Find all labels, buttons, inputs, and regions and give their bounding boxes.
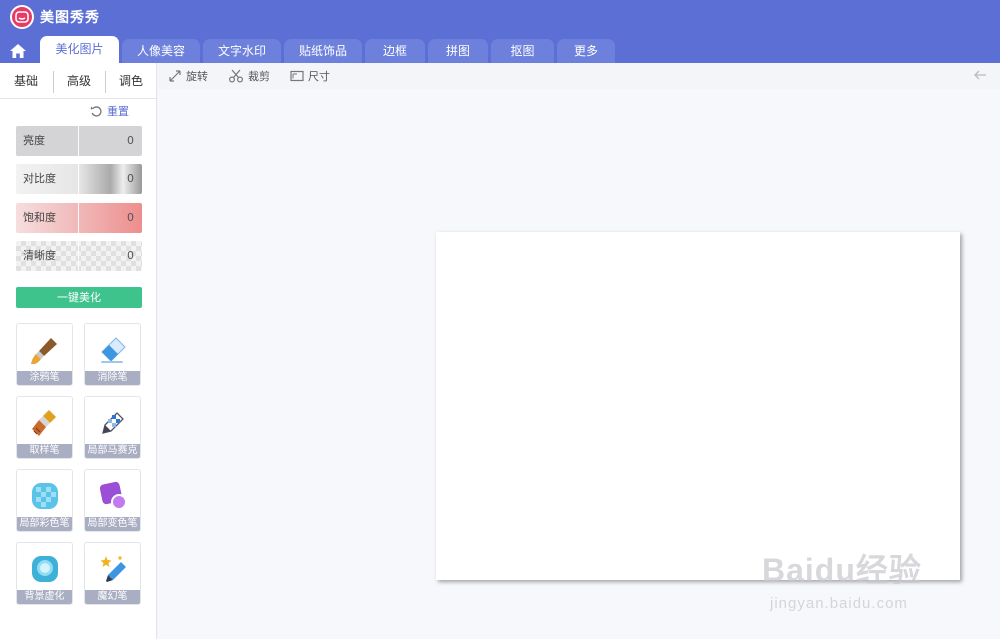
clarity-value: 0 [127, 249, 134, 262]
home-icon [10, 44, 26, 58]
tab-frames[interactable]: 边框 [365, 39, 425, 63]
app-logo-icon [10, 5, 34, 29]
tool-label: 局部变色笔 [85, 517, 140, 531]
slider-handle[interactable] [78, 126, 79, 156]
crop-button[interactable]: 裁剪 [228, 68, 270, 84]
local-mosaic-tool[interactable]: 局部马赛克 [84, 396, 141, 459]
contrast-slider[interactable]: 对比度 0 [16, 164, 142, 194]
adjust-sidebar: 基础 高级 调色 重置 亮度 0 对比度 0 饱和度 0 清晰度 0 一键美化 [0, 63, 157, 639]
mosaic-pen-icon [102, 412, 124, 434]
saturation-label: 饱和度 [23, 211, 56, 224]
tool-label: 背景虚化 [17, 590, 72, 604]
slider-handle[interactable] [78, 241, 79, 271]
contrast-label: 对比度 [23, 172, 56, 185]
tab-cutout[interactable]: 抠图 [491, 39, 554, 63]
subtab-advanced[interactable]: 高级 [56, 69, 102, 93]
crop-label: 裁剪 [248, 70, 270, 83]
tab-stickers[interactable]: 贴纸饰品 [284, 39, 362, 63]
subtab-basic[interactable]: 基础 [4, 69, 48, 93]
scissors-icon [228, 69, 244, 83]
subtab-divider [53, 71, 54, 93]
tab-collage[interactable]: 拼图 [428, 39, 488, 63]
saturation-value: 0 [127, 211, 134, 224]
one-click-beautify-button[interactable]: 一键美化 [16, 287, 142, 308]
color-pen-icon [32, 483, 58, 509]
app-logo: 美图秀秀 [10, 5, 100, 29]
reset-label: 重置 [107, 105, 129, 118]
sample-pen-tool[interactable]: 取样笔 [16, 396, 73, 459]
tab-beautify[interactable]: 美化图片 [40, 36, 119, 63]
sub-tabs: 基础 高级 调色 [0, 63, 157, 99]
doodle-pen-tool[interactable]: 涂鸦笔 [16, 323, 73, 386]
slider-handle[interactable] [78, 203, 79, 233]
background-blur-tool[interactable]: 背景虚化 [16, 542, 73, 605]
app-title: 美图秀秀 [40, 10, 100, 26]
tool-label: 魔幻笔 [85, 590, 140, 604]
eraser-pen-tool[interactable]: 消除笔 [84, 323, 141, 386]
paintbrush-icon [31, 338, 57, 365]
main-tabs: 美化图片 人像美容 文字水印 贴纸饰品 边框 拼图 抠图 更多 [0, 36, 1000, 63]
tool-label: 涂鸦笔 [17, 371, 72, 385]
tab-text-watermark[interactable]: 文字水印 [203, 39, 281, 63]
size-icon [290, 70, 304, 82]
tool-label: 局部彩色笔 [17, 517, 72, 531]
tool-label: 取样笔 [17, 444, 72, 458]
sample-brush-icon [32, 410, 56, 436]
rotate-label: 旋转 [186, 70, 208, 83]
contrast-value: 0 [127, 172, 134, 185]
brightness-value: 0 [127, 134, 134, 147]
watermark-main-text: Baidu经验 [762, 552, 922, 588]
magic-pen-icon [100, 556, 126, 582]
size-label: 尺寸 [308, 70, 330, 83]
size-button[interactable]: 尺寸 [290, 68, 330, 84]
subtab-underline [0, 98, 157, 99]
brightness-label: 亮度 [23, 134, 45, 147]
watermark: Baidu经验 jingyan.baidu.com [762, 525, 992, 620]
blur-icon [32, 556, 58, 582]
eraser-icon [101, 337, 126, 363]
tool-label: 局部马赛克 [85, 444, 140, 458]
local-recolor-pen-tool[interactable]: 局部变色笔 [84, 469, 141, 532]
edit-toolbar: 旋转 裁剪 尺寸 [158, 63, 1000, 89]
clarity-label: 清晰度 [23, 249, 56, 262]
saturation-slider[interactable]: 饱和度 0 [16, 203, 142, 233]
reset-icon [90, 105, 102, 117]
slider-handle[interactable] [78, 164, 79, 194]
tab-more[interactable]: 更多 [557, 39, 615, 63]
local-color-pen-tool[interactable]: 局部彩色笔 [16, 469, 73, 532]
tab-portrait[interactable]: 人像美容 [122, 39, 200, 63]
subtab-divider [105, 71, 106, 93]
title-bar: 美图秀秀 美化图片 人像美容 文字水印 贴纸饰品 边框 拼图 抠图 更多 [0, 0, 1000, 63]
rotate-button[interactable]: 旋转 [168, 68, 208, 84]
undo-arrow-icon[interactable] [973, 69, 987, 81]
home-button[interactable] [4, 39, 32, 63]
brightness-slider[interactable]: 亮度 0 [16, 126, 142, 156]
recolor-pen-icon [99, 481, 127, 510]
tool-label: 消除笔 [85, 371, 140, 385]
reset-button[interactable]: 重置 [90, 103, 129, 119]
magic-pen-tool[interactable]: 魔幻笔 [84, 542, 141, 605]
rotate-icon [169, 70, 181, 82]
watermark-sub-text: jingyan.baidu.com [770, 595, 908, 612]
subtab-tone[interactable]: 调色 [108, 69, 154, 93]
clarity-slider[interactable]: 清晰度 0 [16, 241, 142, 271]
